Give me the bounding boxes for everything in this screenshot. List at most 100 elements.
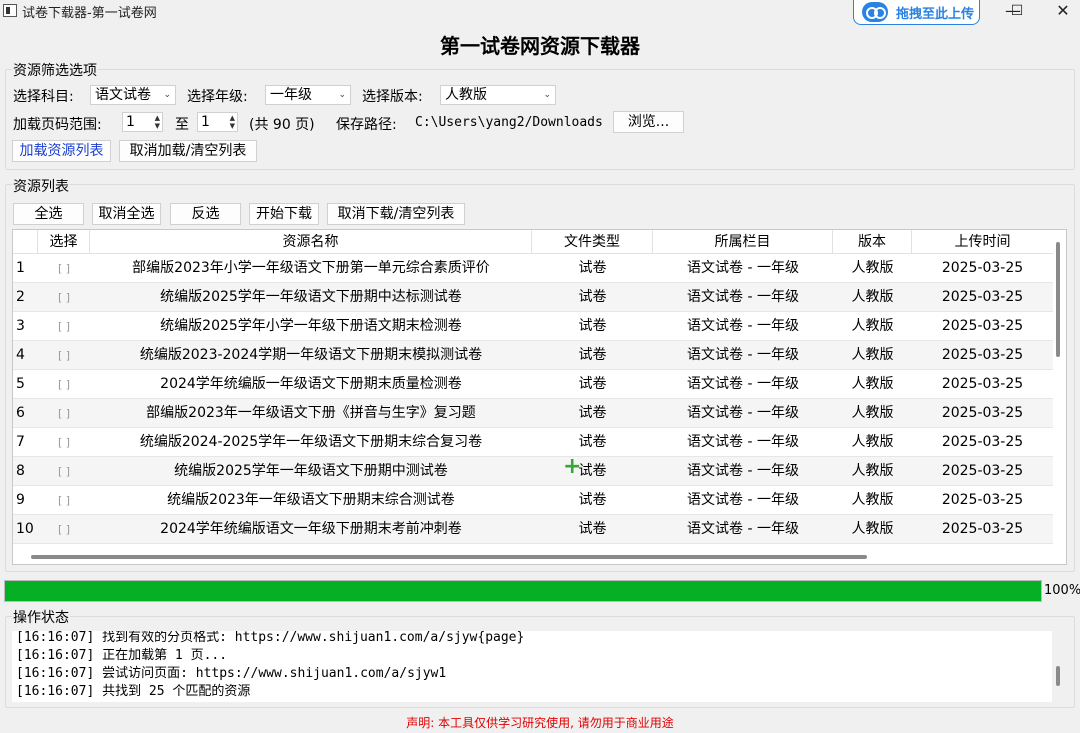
range-from-spinbox[interactable]: 1 ▲ ▼ (122, 112, 163, 132)
close-button[interactable]: ✕ (1040, 0, 1080, 22)
upload-time: 2025-03-25 (941, 463, 1024, 479)
resource-table[interactable]: 选择 资源名称 文件类型 所属栏目 版本 上传时间 1 [ ] 部编版2023年小学… (12, 229, 1067, 565)
edition: 人教版 (851, 521, 894, 537)
header-file-type[interactable]: 文件类型 (532, 230, 653, 254)
table-row[interactable]: 7 [ ] 统编版2024-2025学年一年级语文下册期末综合复习卷 试卷 语文试卷 -… (13, 428, 1053, 457)
spin-down-icon[interactable]: ▼ (155, 122, 160, 130)
resource-name: 统编版2025学年一年级语文下册期中达标测试卷 (160, 289, 462, 305)
resource-name: 统编版2023年一年级语文下册期末综合测试卷 (167, 492, 455, 508)
upload-time: 2025-03-25 (941, 347, 1024, 363)
header-upload-time[interactable]: 上传时间 (912, 230, 1053, 254)
column-name: 语文试卷 - 一年级 (687, 492, 799, 508)
column-name: 语文试卷 - 一年级 (687, 405, 799, 421)
progress-bar (4, 580, 1042, 602)
table-row[interactable]: 9 [ ] 统编版2023年一年级语文下册期末综合测试卷 试卷 语文试卷 - 一年级 人教… (13, 486, 1053, 515)
row-checkbox[interactable]: [ ] (38, 254, 90, 283)
cancel-download-button[interactable]: 取消下载/清空列表 (327, 203, 465, 225)
header-name[interactable]: 资源名称 (90, 230, 532, 254)
row-number: 6 (16, 405, 25, 421)
resource-name: 统编版2023-2024学期一年级语文下册期末模拟测试卷 (139, 347, 483, 363)
table-row[interactable]: 5 [ ] 2024学年统编版一年级语文下册期末质量检测卷 试卷 语文试卷 - 一年级 人… (13, 370, 1053, 399)
edition: 人教版 (851, 318, 894, 334)
subject-select[interactable]: 语文试卷 ⌄ (90, 85, 176, 105)
resource-name: 统编版2024-2025学年一年级语文下册期末综合复习卷 (139, 434, 483, 450)
cancel-load-button[interactable]: 取消加载/清空列表 (119, 140, 257, 162)
app-title: 第一试卷网资源下载器 (440, 34, 640, 58)
row-number: 8 (16, 463, 25, 479)
column-name: 语文试卷 - 一年级 (687, 289, 799, 305)
file-type: 试卷 (578, 260, 607, 276)
maximize-button[interactable]: ☐ (994, 0, 1040, 22)
start-download-button[interactable]: 开始下载 (249, 203, 319, 225)
select-all-button[interactable]: 全选 (13, 203, 84, 225)
edition: 人教版 (851, 289, 894, 305)
edition: 人教版 (851, 463, 894, 479)
table-row[interactable]: 2 [ ] 统编版2025学年一年级语文下册期中达标测试卷 试卷 语文试卷 - 一年级 人… (13, 283, 1053, 312)
row-checkbox[interactable]: [ ] (38, 341, 90, 370)
invert-selection-button[interactable]: 反选 (170, 203, 241, 225)
row-checkbox[interactable]: [ ] (38, 486, 90, 515)
browse-button[interactable]: 浏览... (613, 111, 684, 133)
table-row[interactable]: 3 [ ] 统编版2025学年小学一年级下册语文期末检测卷 试卷 语文试卷 - 一年级 人… (13, 312, 1053, 341)
column-name: 语文试卷 - 一年级 (687, 260, 799, 276)
row-number: 5 (16, 376, 25, 392)
row-checkbox[interactable]: [ ] (38, 370, 90, 399)
column-name: 语文试卷 - 一年级 (687, 347, 799, 363)
cloud-logo-icon (862, 2, 888, 22)
load-list-button[interactable]: 加载资源列表 (12, 140, 111, 162)
log-scrollbar[interactable] (1056, 666, 1060, 686)
chevron-down-icon: ⌄ (163, 90, 171, 100)
file-type: 试卷 (578, 376, 607, 392)
table-row[interactable]: 10[ ] 2024学年统编版语文一年级下册期末考前冲刺卷 试卷 语文试卷 - 一年级… (13, 515, 1053, 544)
save-path-value: C:\Users\yang2/Downloads (415, 115, 603, 130)
file-type: 试卷 (578, 492, 607, 508)
edition-select[interactable]: 人教版 ⌄ (440, 85, 556, 105)
column-name: 语文试卷 - 一年级 (687, 434, 799, 450)
edition: 人教版 (851, 376, 894, 392)
upload-time: 2025-03-25 (941, 521, 1024, 537)
row-number: 3 (16, 318, 25, 334)
edition: 人教版 (851, 492, 894, 508)
subject-label: 选择科目: (13, 89, 74, 105)
resource-name: 2024学年统编版语文一年级下册期末考前冲刺卷 (160, 521, 462, 537)
edition: 人教版 (851, 347, 894, 363)
drag-upload-button[interactable]: 拖拽至此上传 (853, 0, 980, 25)
range-to-label: 至 (175, 117, 189, 133)
resource-name: 2024学年统编版一年级语文下册期末质量检测卷 (160, 376, 462, 392)
spin-up-icon[interactable]: ▲ (230, 114, 235, 122)
spin-down-icon[interactable]: ▼ (230, 122, 235, 130)
row-checkbox[interactable]: [ ] (38, 515, 90, 544)
header-column[interactable]: 所属栏目 (653, 230, 833, 254)
row-checkbox[interactable]: [ ] (38, 457, 90, 486)
progress-label: 100% (1044, 583, 1080, 598)
table-row[interactable]: 8 [ ] 统编版2025学年一年级语文下册期中测试卷 试卷 语文试卷 - 一年级 人教版… (13, 457, 1053, 486)
table-horizontal-scrollbar[interactable] (31, 555, 867, 559)
plus-cursor-icon: + (563, 454, 582, 479)
row-number: 4 (16, 347, 25, 363)
table-row[interactable]: 6 [ ] 部编版2023年一年级语文下册《拼音与生字》复习题 试卷 语文试卷 - 一年… (13, 399, 1053, 428)
upload-time: 2025-03-25 (941, 434, 1024, 450)
spin-up-icon[interactable]: ▲ (155, 114, 160, 122)
save-path-label: 保存路径: (336, 117, 397, 133)
upload-label: 拖拽至此上传 (896, 7, 975, 22)
row-checkbox[interactable]: [ ] (38, 312, 90, 341)
grade-select[interactable]: 一年级 ⌄ (265, 85, 351, 105)
disclaimer: 声明: 本工具仅供学习研究使用, 请勿用于商业用途 (406, 716, 674, 730)
resource-name: 统编版2025学年一年级语文下册期中测试卷 (174, 463, 448, 479)
row-checkbox[interactable]: [ ] (38, 428, 90, 457)
header-select[interactable]: 选择 (38, 230, 90, 254)
status-log[interactable]: [16:16:07] 找到有效的分页格式: https://www.shijua… (12, 631, 1052, 702)
header-edition[interactable]: 版本 (833, 230, 912, 254)
row-number: 9 (16, 492, 25, 508)
log-line: [16:16:07] 正在加载第 1 页... (16, 648, 228, 663)
row-number: 1 (16, 260, 25, 276)
chevron-down-icon: ⌄ (543, 90, 551, 100)
table-vertical-scrollbar[interactable] (1056, 242, 1060, 357)
table-row[interactable]: 1 [ ] 部编版2023年小学一年级语文下册第一单元综合素质评价 试卷 语文试卷 - … (13, 254, 1053, 283)
row-checkbox[interactable]: [ ] (38, 283, 90, 312)
table-row[interactable]: 4 [ ] 统编版2023-2024学期一年级语文下册期末模拟测试卷 试卷 语文试卷 -… (13, 341, 1053, 370)
range-to-spinbox[interactable]: 1 ▲ ▼ (197, 112, 238, 132)
range-label: 加载页码范围: (13, 117, 102, 133)
row-checkbox[interactable]: [ ] (38, 399, 90, 428)
deselect-all-button[interactable]: 取消全选 (92, 203, 161, 225)
